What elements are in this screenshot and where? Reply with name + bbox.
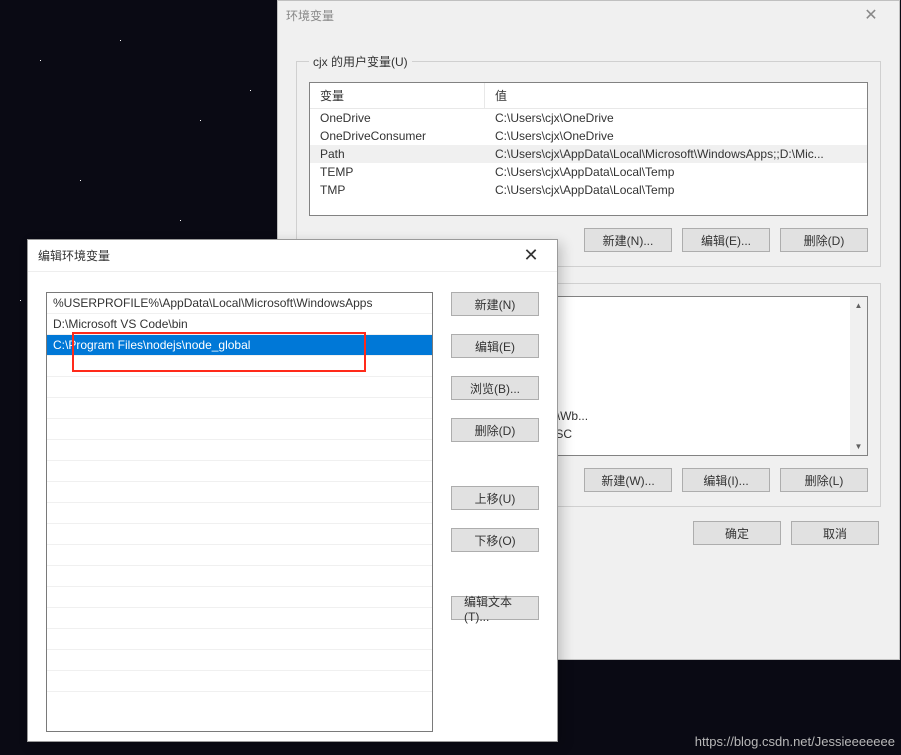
list-item[interactable] (47, 566, 432, 587)
scrollbar[interactable]: ▲ ▼ (850, 297, 867, 455)
list-item[interactable] (47, 377, 432, 398)
list-item[interactable]: D:\Microsoft VS Code\bin (47, 314, 432, 335)
list-item[interactable] (47, 587, 432, 608)
delete-user-var-button[interactable]: 删除(D) (780, 228, 868, 252)
list-item[interactable] (47, 524, 432, 545)
edit-sys-var-button[interactable]: 编辑(I)... (682, 468, 770, 492)
table-row[interactable]: TEMPC:\Users\cjx\AppData\Local\Temp (310, 163, 867, 181)
list-item[interactable] (47, 461, 432, 482)
titlebar: 环境变量 ✕ (278, 1, 899, 29)
edit-text-button[interactable]: 编辑文本(T)... (451, 596, 539, 620)
user-vars-group: cjx 的用户变量(U) 变量 值 OneDriveC:\Users\cjx\O… (296, 53, 881, 267)
list-item[interactable] (47, 671, 432, 692)
dialog-title: 环境变量 (286, 7, 334, 24)
delete-sys-var-button[interactable]: 删除(L) (780, 468, 868, 492)
scroll-up-icon[interactable]: ▲ (850, 297, 867, 314)
close-icon[interactable]: ✕ (511, 242, 551, 270)
browse-button[interactable]: 浏览(B)... (451, 376, 539, 400)
list-item[interactable] (47, 419, 432, 440)
edit-item-button[interactable]: 编辑(E) (451, 334, 539, 358)
new-sys-var-button[interactable]: 新建(W)... (584, 468, 672, 492)
col-var: 变量 (310, 83, 485, 108)
move-up-button[interactable]: 上移(U) (451, 486, 539, 510)
cancel-button[interactable]: 取消 (791, 521, 879, 545)
list-item[interactable] (47, 503, 432, 524)
edit-user-var-button[interactable]: 编辑(E)... (682, 228, 770, 252)
table-row[interactable]: OneDriveC:\Users\cjx\OneDrive (310, 109, 867, 127)
delete-item-button[interactable]: 删除(D) (451, 418, 539, 442)
watermark: https://blog.csdn.net/Jessieeeeeee (695, 734, 895, 749)
edit-env-var-dialog: 编辑环境变量 ✕ %USERPROFILE%\AppData\Local\Mic… (27, 239, 558, 742)
list-item[interactable] (47, 650, 432, 671)
new-user-var-button[interactable]: 新建(N)... (584, 228, 672, 252)
ok-button[interactable]: 确定 (693, 521, 781, 545)
table-row[interactable]: OneDriveConsumerC:\Users\cjx\OneDrive (310, 127, 867, 145)
list-item[interactable]: %USERPROFILE%\AppData\Local\Microsoft\Wi… (47, 293, 432, 314)
list-item-selected[interactable]: C:\Program Files\nodejs\node_global (47, 335, 432, 356)
list-item[interactable] (47, 608, 432, 629)
user-vars-legend: cjx 的用户变量(U) (309, 53, 412, 70)
new-item-button[interactable]: 新建(N) (451, 292, 539, 316)
list-item[interactable] (47, 482, 432, 503)
list-item[interactable] (47, 629, 432, 650)
list-item[interactable] (47, 545, 432, 566)
user-vars-table[interactable]: 变量 值 OneDriveC:\Users\cjx\OneDrive OneDr… (309, 82, 868, 216)
table-row-selected[interactable]: PathC:\Users\cjx\AppData\Local\Microsoft… (310, 145, 867, 163)
table-row[interactable]: TMPC:\Users\cjx\AppData\Local\Temp (310, 181, 867, 199)
dialog-title: 编辑环境变量 (38, 247, 110, 264)
titlebar: 编辑环境变量 ✕ (28, 240, 557, 272)
list-item[interactable] (47, 440, 432, 461)
scroll-down-icon[interactable]: ▼ (850, 438, 867, 455)
list-item[interactable] (47, 398, 432, 419)
path-listbox[interactable]: %USERPROFILE%\AppData\Local\Microsoft\Wi… (46, 292, 433, 732)
close-icon[interactable]: ✕ (851, 1, 891, 29)
col-val: 值 (485, 83, 867, 108)
list-item[interactable] (47, 356, 432, 377)
move-down-button[interactable]: 下移(O) (451, 528, 539, 552)
